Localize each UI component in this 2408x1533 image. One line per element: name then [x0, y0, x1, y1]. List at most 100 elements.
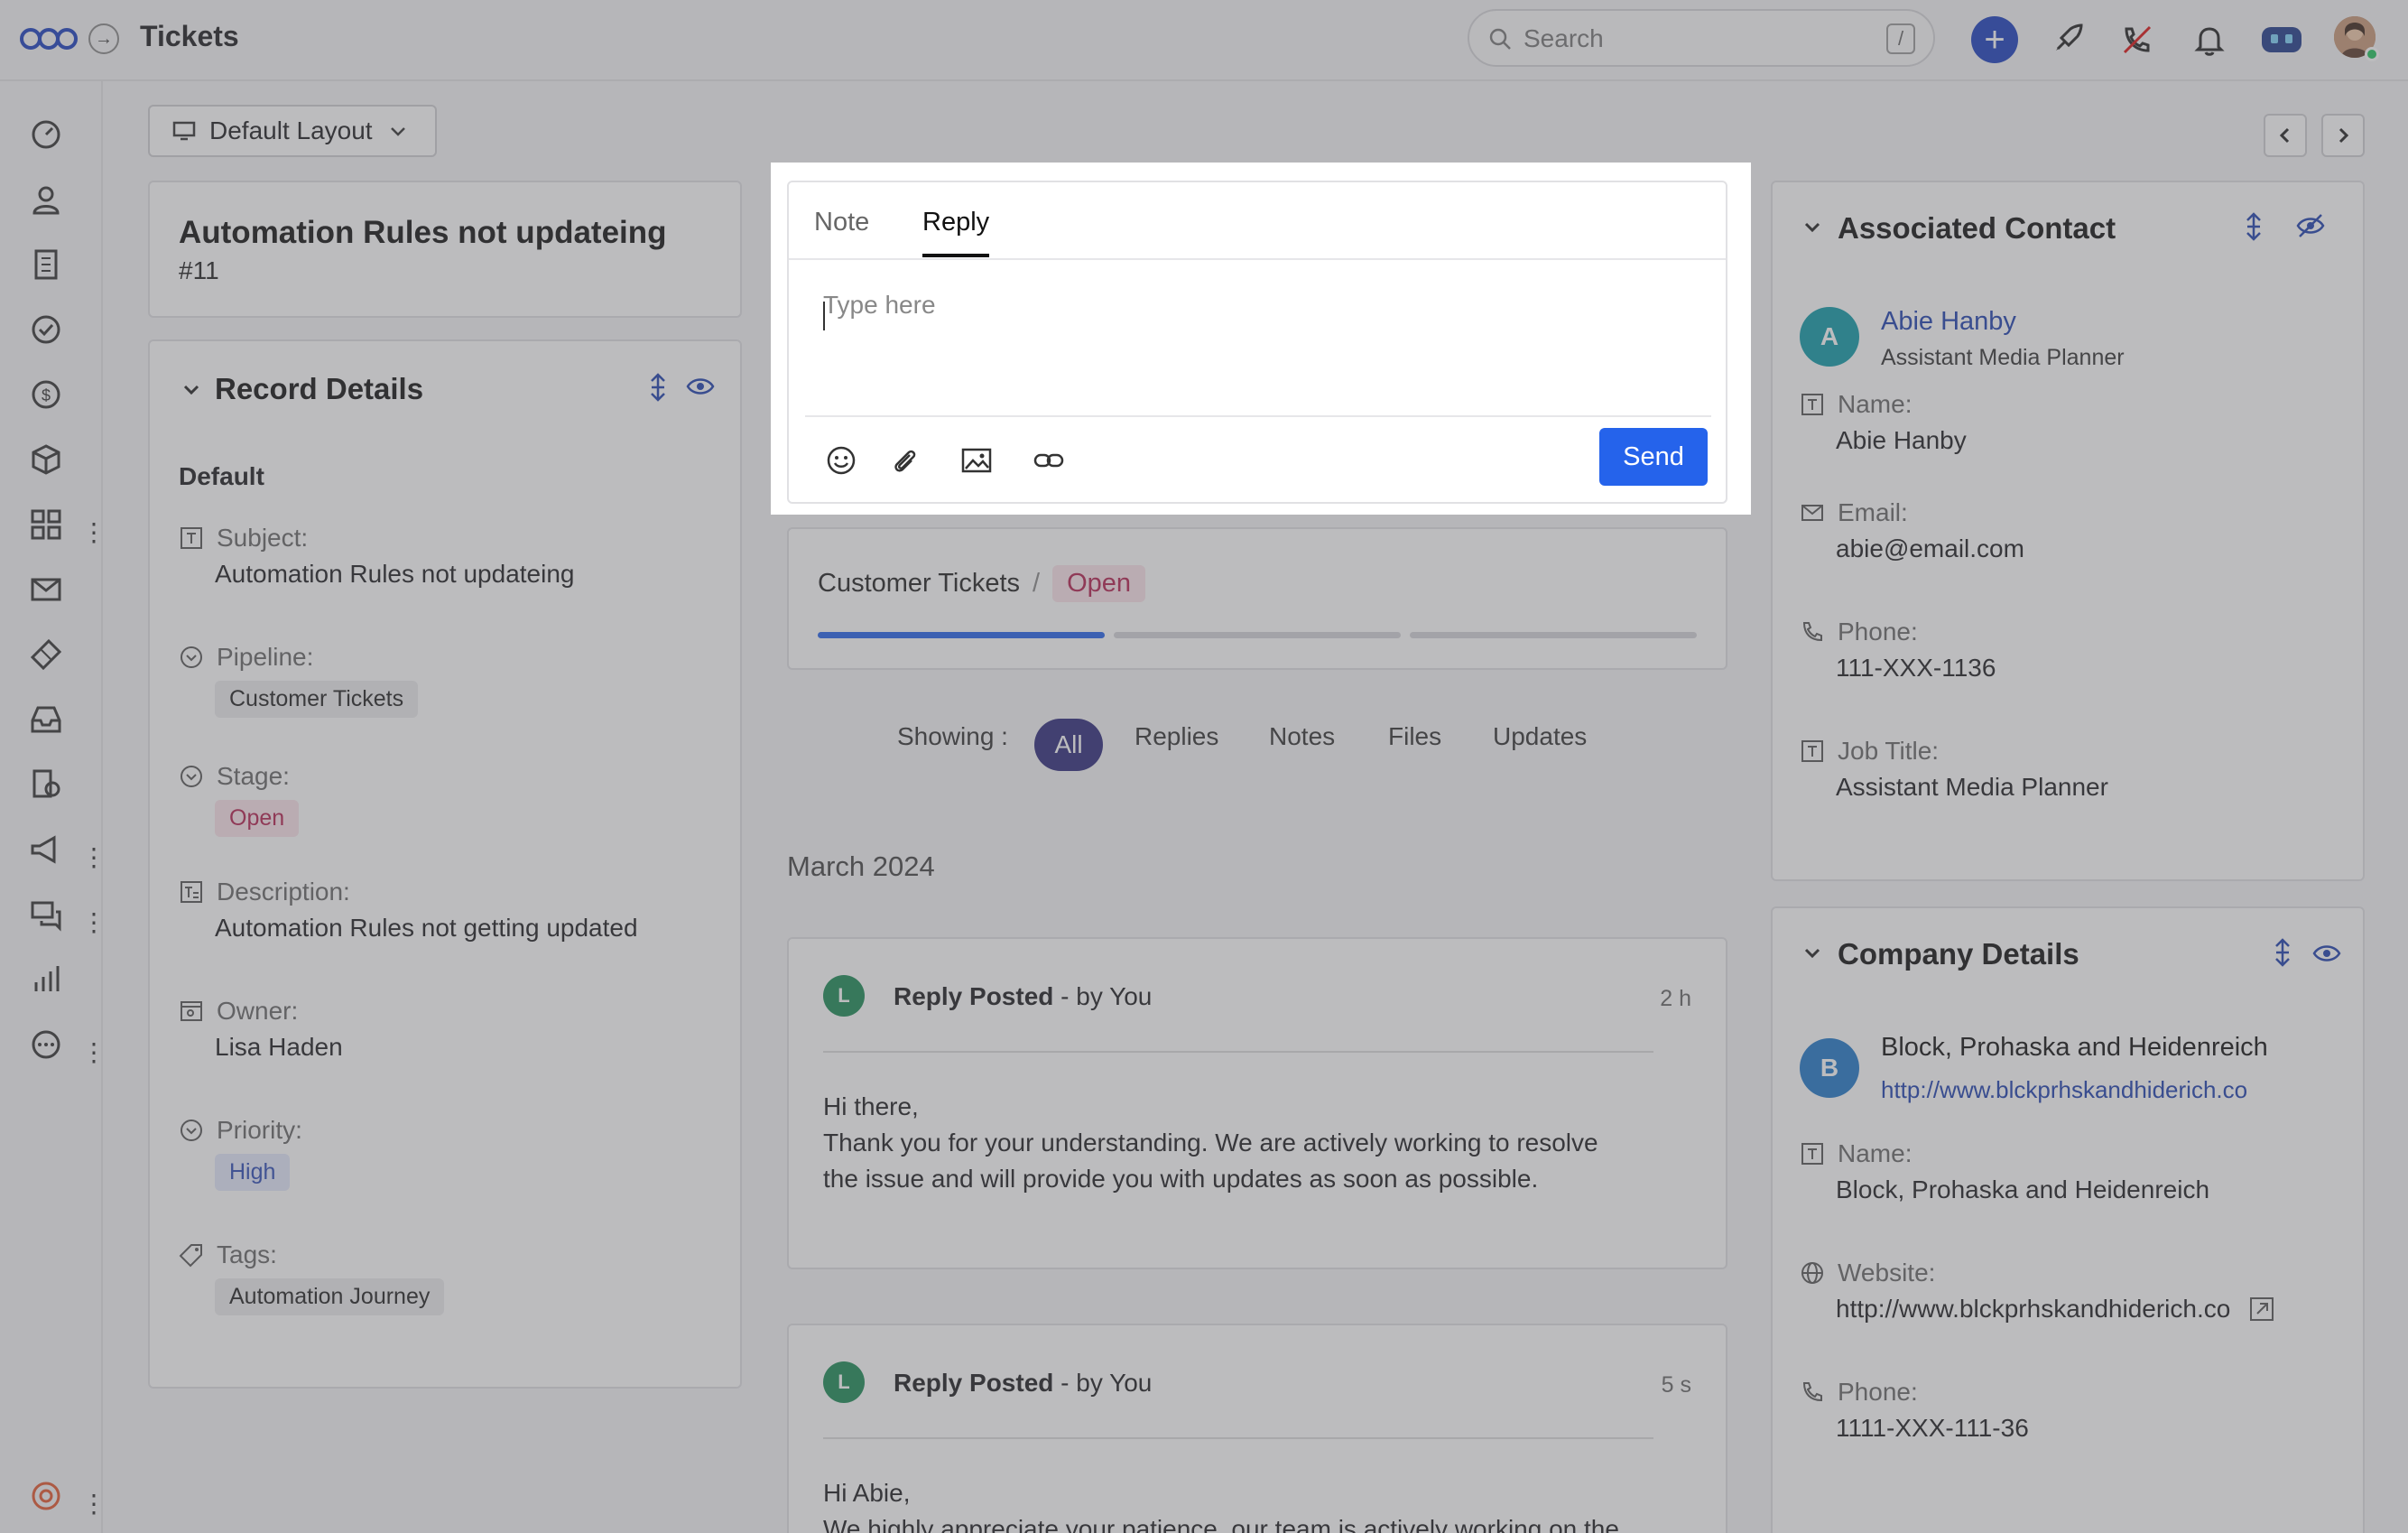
mail-icon[interactable] [29, 572, 63, 607]
contact-name-link[interactable]: Abie Hanby [1881, 307, 2016, 337]
search-box[interactable]: / [1468, 9, 1935, 67]
filter-replies[interactable]: Replies [1135, 722, 1218, 751]
help-more-icon[interactable]: ⋮ [81, 1491, 107, 1517]
link-icon[interactable] [1033, 444, 1065, 477]
eye-off-icon[interactable] [2296, 213, 2325, 238]
contact-avatar[interactable]: A [1800, 307, 1859, 367]
image-icon[interactable] [960, 444, 993, 477]
sidebar: $ ⋮ ⋮ ⋮ ⋮ ⋮ [0, 81, 107, 1533]
post-title: Reply Posted - by You [894, 982, 1152, 1011]
description-value[interactable]: Automation Rules not getting updated [215, 914, 638, 943]
apps-icon[interactable] [29, 507, 63, 542]
rocket-icon[interactable] [2043, 16, 2090, 63]
reply-textarea[interactable] [823, 291, 1690, 399]
external-link-icon[interactable] [2248, 1296, 2275, 1323]
progress-segment-active[interactable] [818, 632, 1105, 638]
campaigns-icon[interactable] [29, 832, 63, 867]
eye-icon[interactable] [2312, 941, 2341, 966]
tab-divider [789, 258, 1726, 260]
expand-sidebar-icon[interactable]: → [88, 23, 119, 54]
post-line: Hi Abie, [823, 1479, 911, 1507]
phone-off-icon[interactable] [2114, 16, 2161, 63]
dropdown-field-icon [181, 646, 202, 668]
reorder-icon[interactable] [2240, 211, 2267, 242]
search-icon [1489, 28, 1511, 50]
tickets-icon[interactable] [29, 637, 63, 672]
top-bar: → Tickets / + [0, 0, 2408, 81]
more-apps-icon[interactable] [29, 1027, 63, 1062]
record-details-title: Record Details [215, 372, 424, 405]
companies-icon[interactable] [29, 247, 63, 282]
contact-job-value[interactable]: Assistant Media Planner [1836, 773, 2108, 802]
contact-name-value[interactable]: Abie Hanby [1836, 426, 1967, 455]
deals-icon[interactable]: $ [29, 377, 63, 412]
company-phone-value[interactable]: 1111-XXX-111-36 [1836, 1414, 2029, 1443]
chat-icon[interactable] [29, 897, 63, 932]
post-line: Thank you for your understanding. We are… [823, 1129, 1598, 1157]
bell-icon[interactable] [2186, 16, 2233, 63]
more-apps-more-icon[interactable]: ⋮ [81, 1040, 107, 1065]
eye-icon[interactable] [686, 374, 715, 399]
filter-files[interactable]: Files [1388, 722, 1441, 751]
inbox-icon[interactable] [29, 702, 63, 737]
contact-phone-field: Phone: 111-XXX-1136 [1800, 618, 1996, 683]
search-input[interactable] [1524, 20, 1866, 58]
post-time: 2 h [1660, 986, 1691, 1011]
subject-value[interactable]: Automation Rules not updateing [215, 560, 575, 589]
app-logo-icon[interactable] [20, 22, 78, 56]
chat-more-icon[interactable]: ⋮ [81, 910, 107, 935]
dashboard-icon[interactable] [29, 117, 63, 152]
company-avatar[interactable]: B [1800, 1038, 1859, 1098]
contact-email-value[interactable]: abie@email.com [1836, 534, 2024, 563]
owner-value[interactable]: Lisa Haden [215, 1033, 343, 1062]
filter-updates[interactable]: Updates [1493, 722, 1587, 751]
priority-chip[interactable]: High [215, 1154, 291, 1191]
tasks-icon[interactable] [29, 312, 63, 347]
stage-chip[interactable]: Open [215, 800, 300, 837]
contact-phone-value[interactable]: 111-XXX-1136 [1836, 654, 1996, 683]
progress-segment[interactable] [1410, 632, 1697, 638]
knowledge-base-icon[interactable] [29, 767, 63, 802]
reorder-icon[interactable] [644, 372, 671, 403]
next-record-button[interactable] [2321, 114, 2365, 157]
contacts-icon[interactable] [29, 182, 63, 217]
collapse-chevron-icon[interactable] [1800, 215, 1825, 240]
activity-post: L Reply Posted - by You 2 h Hi there, Th… [787, 937, 1727, 1269]
dropdown-field-icon [181, 766, 202, 787]
company-name-value[interactable]: Block, Prohaska and Heidenreich [1836, 1175, 2209, 1204]
record-title-card: Automation Rules not updateing #11 [148, 181, 742, 318]
attachment-icon[interactable] [888, 444, 921, 477]
tags-field: Tags: Automation Journey [179, 1240, 445, 1315]
previous-record-button[interactable] [2264, 114, 2307, 157]
add-new-button[interactable]: + [1971, 16, 2018, 63]
stage-badge[interactable]: Open [1052, 565, 1146, 602]
filter-notes[interactable]: Notes [1269, 722, 1335, 751]
campaigns-more-icon[interactable]: ⋮ [81, 845, 107, 870]
filter-all[interactable]: All [1034, 719, 1103, 771]
reports-icon[interactable] [29, 962, 63, 997]
tag-chip[interactable]: Automation Journey [215, 1278, 445, 1315]
post-time: 5 s [1661, 1372, 1691, 1398]
apps-more-icon[interactable]: ⋮ [81, 520, 107, 545]
post-title: Reply Posted - by You [894, 1369, 1152, 1398]
bot-icon[interactable] [2258, 16, 2305, 63]
help-icon[interactable] [29, 1479, 63, 1513]
company-url-link[interactable]: http://www.blckprhskandhiderich.co [1881, 1076, 2247, 1104]
collapse-chevron-icon[interactable] [179, 377, 204, 403]
contact-email-field: Email: abie@email.com [1800, 498, 2024, 563]
page-title: Tickets [140, 20, 239, 52]
progress-segment[interactable] [1114, 632, 1401, 638]
products-icon[interactable] [29, 442, 63, 477]
company-name-label: Name: [1838, 1139, 1913, 1167]
pipeline-name[interactable]: Customer Tickets [818, 569, 1020, 599]
pipeline-chip[interactable]: Customer Tickets [215, 681, 419, 718]
reorder-icon[interactable] [2269, 937, 2296, 968]
company-website-value[interactable]: http://www.blckprhskandhiderich.co [1836, 1295, 2230, 1324]
layout-dropdown[interactable]: Default Layout [148, 105, 437, 157]
tab-reply[interactable]: Reply [922, 208, 990, 257]
collapse-chevron-icon[interactable] [1800, 941, 1825, 966]
send-button[interactable]: Send [1599, 428, 1708, 486]
emoji-icon[interactable] [825, 444, 857, 477]
contact-name-field: Name: Abie Hanby [1800, 390, 1967, 455]
tab-note[interactable]: Note [814, 208, 869, 254]
